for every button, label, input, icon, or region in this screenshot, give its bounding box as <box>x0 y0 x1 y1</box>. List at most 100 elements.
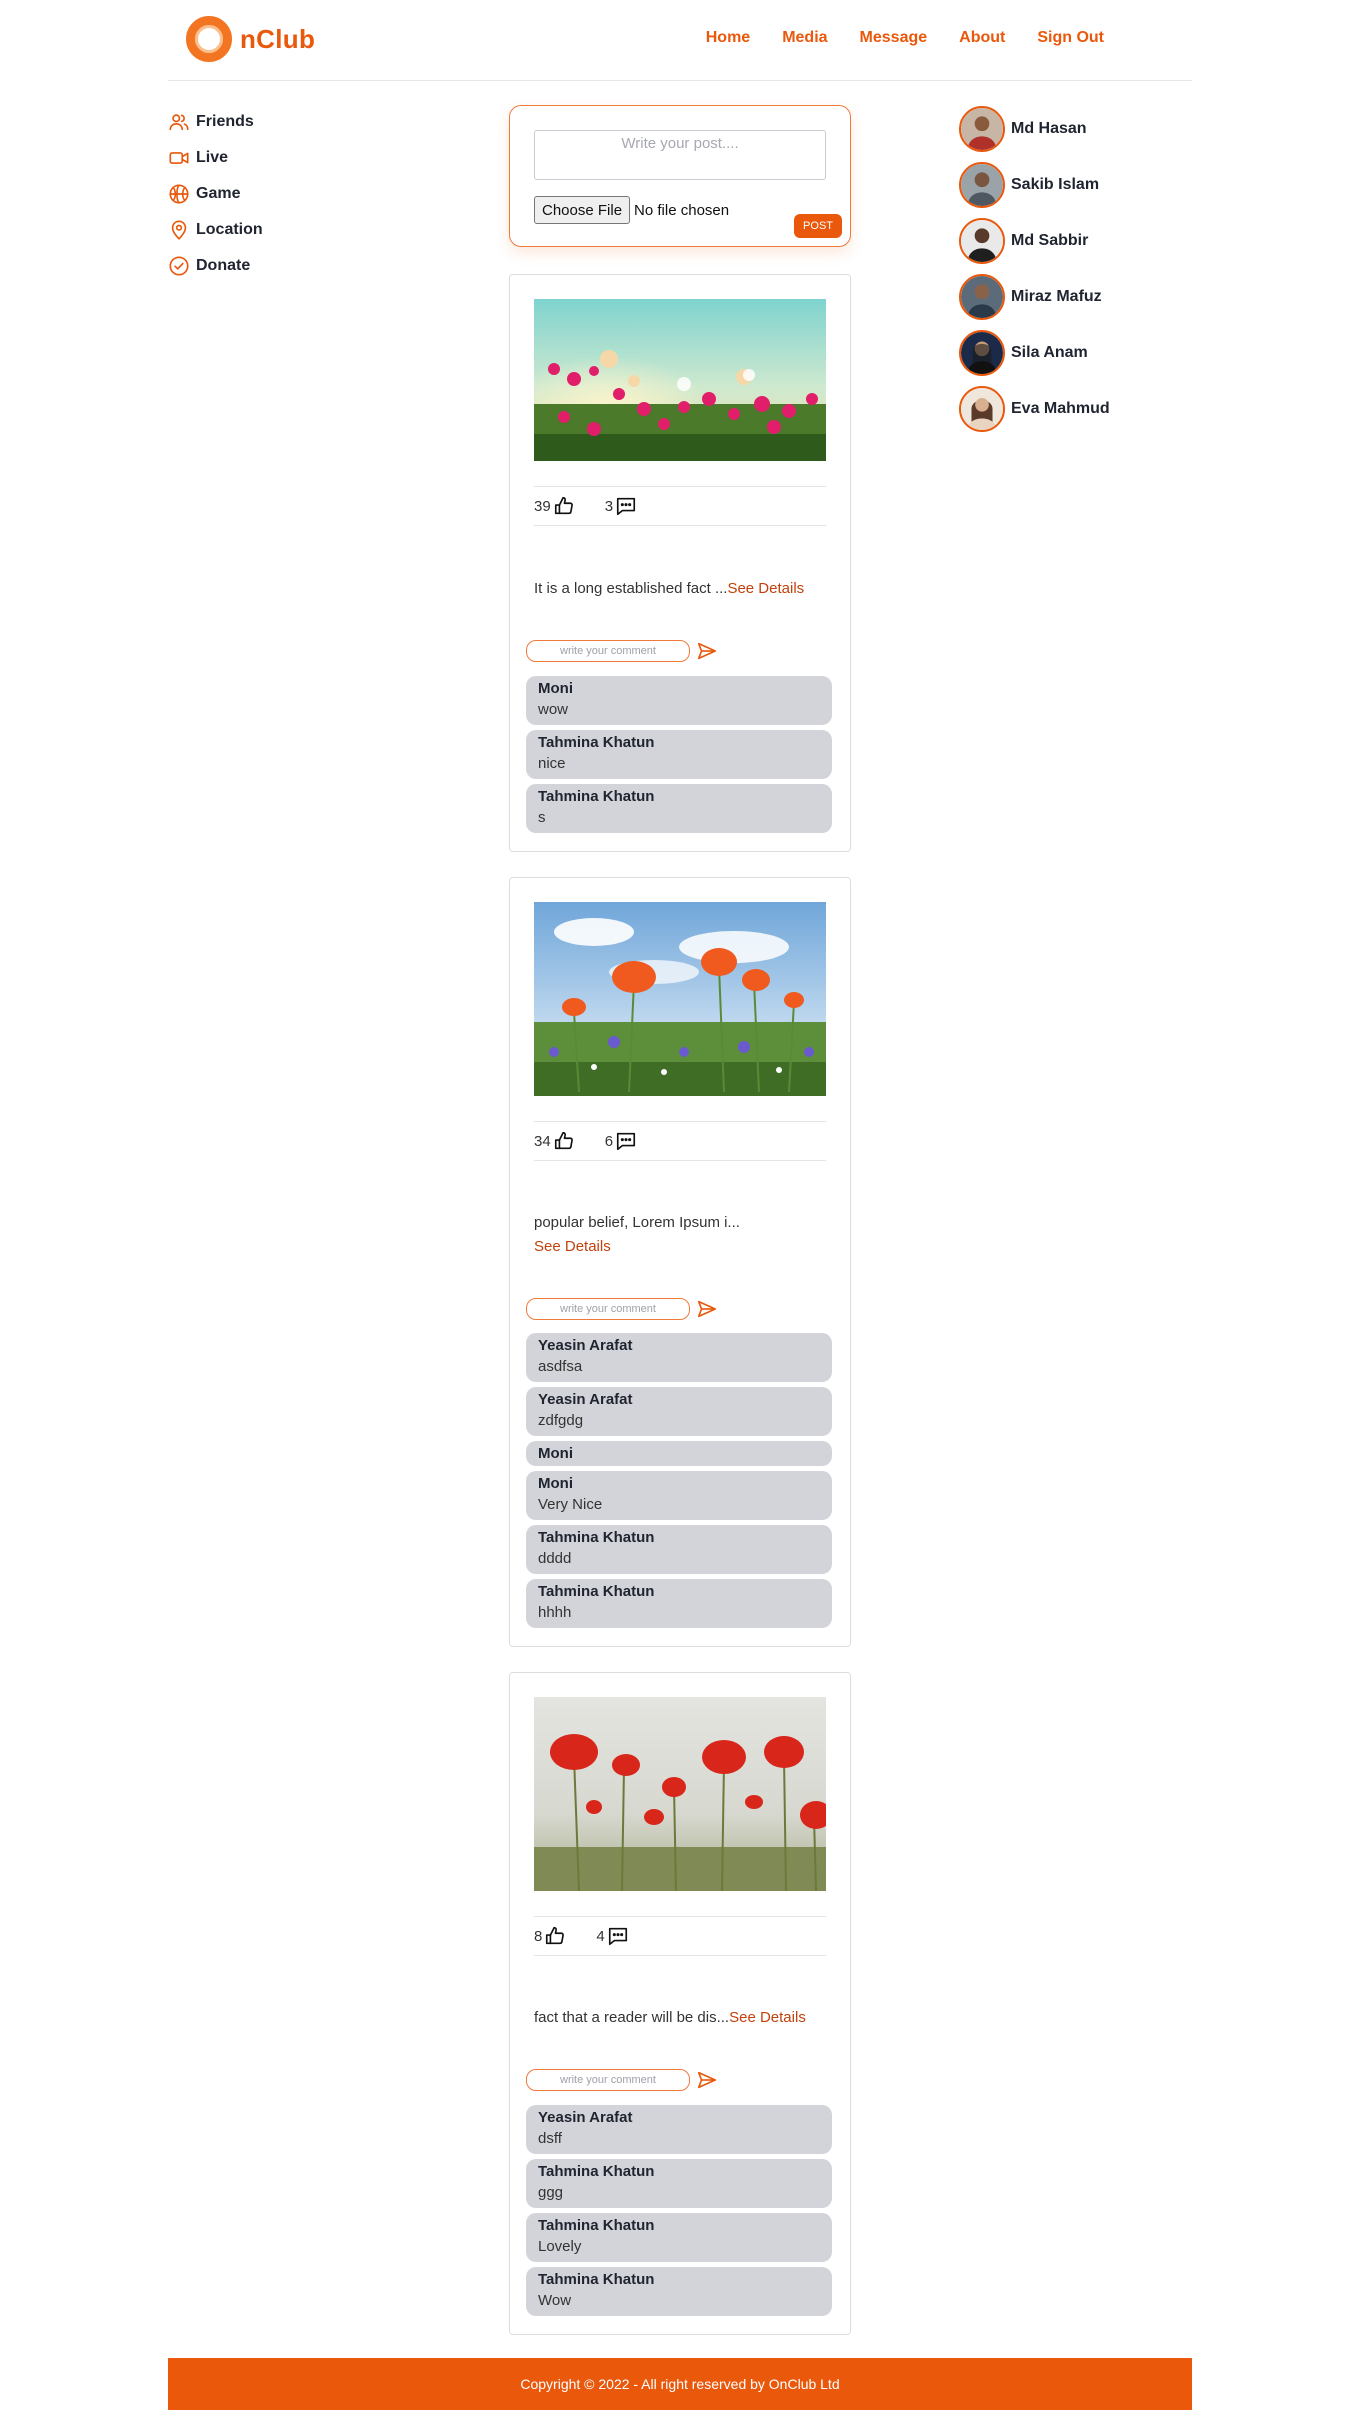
post-input[interactable] <box>534 130 826 180</box>
post-description: fact that a reader will be dis...See Det… <box>534 2006 826 2030</box>
comment-input[interactable] <box>526 2069 690 2091</box>
site-header: nClub Home Media Message About Sign Out <box>168 0 1192 81</box>
post-image <box>534 299 826 461</box>
person-photo <box>961 108 1003 150</box>
sidebar-item-friends[interactable]: Friends <box>168 104 263 140</box>
comment-list: Moni wow Tahmina Khatun nice Tahmina Kha… <box>526 676 832 838</box>
comment-author: Yeasin Arafat <box>538 2109 633 2126</box>
comment-author: Tahmina Khatun <box>538 2163 655 2180</box>
person-photo <box>961 220 1003 262</box>
thumbs-up-icon <box>546 1926 565 1945</box>
person-name: Md Hasan <box>1011 120 1087 137</box>
comment-text: Lovely <box>538 2238 582 2255</box>
comment-text: Very Nice <box>538 1496 603 1513</box>
sidebar-item-game[interactable]: Game <box>168 176 263 212</box>
comment-form <box>526 640 718 662</box>
comment-author: Tahmina Khatun <box>538 1583 655 1600</box>
comment-input[interactable] <box>526 1298 690 1320</box>
comment-text: s <box>538 809 546 826</box>
comment-text: Wow <box>538 2292 572 2309</box>
comment-item: Tahmina Khatun ggg <box>526 2159 832 2208</box>
post-composer: Choose File No file chosen POST <box>509 105 851 247</box>
comment-list: Yeasin Arafat asdfsa Yeasin Arafat zdfgd… <box>526 1333 832 1633</box>
nav-sign-out[interactable]: Sign Out <box>1037 29 1104 47</box>
comment-stat[interactable]: 4 <box>596 1925 628 1947</box>
comment-author: Tahmina Khatun <box>538 734 655 751</box>
comment-text: ggg <box>538 2184 564 2201</box>
sidebar-item-donate[interactable]: Donate <box>168 248 263 284</box>
sidebar-item-label: Location <box>196 221 263 238</box>
comment-author: Tahmina Khatun <box>538 1529 655 1546</box>
comment-text: zdfgdg <box>538 1412 584 1429</box>
sidebar-item-label: Game <box>196 185 241 202</box>
nav-media[interactable]: Media <box>782 29 827 47</box>
person-item[interactable]: Sakib Islam <box>959 157 1110 213</box>
flower-field-image <box>534 299 826 461</box>
comment-text: dsff <box>538 2130 562 2147</box>
see-details-link[interactable]: See Details <box>729 2009 806 2026</box>
comment-list: Yeasin Arafat dsff Tahmina Khatun ggg Ta… <box>526 2105 832 2321</box>
file-status-text: No file chosen <box>634 201 730 219</box>
comment-count: 6 <box>604 1132 614 1150</box>
sidebar-item-location[interactable]: Location <box>168 212 263 248</box>
post-stats: 34 6 <box>534 1121 826 1161</box>
see-details-link[interactable]: See Details <box>534 1238 611 1255</box>
comment-input[interactable] <box>526 640 690 662</box>
send-icon[interactable] <box>696 640 718 662</box>
see-details-link[interactable]: See Details <box>727 580 804 597</box>
comment-text: wow <box>538 701 569 718</box>
person-name: Sakib Islam <box>1011 176 1100 193</box>
nav-message[interactable]: Message <box>860 29 928 47</box>
thumbs-up-icon <box>554 1131 573 1150</box>
sidebar-item-live[interactable]: Live <box>168 140 263 176</box>
send-icon[interactable] <box>696 2069 718 2091</box>
basketball-icon <box>169 184 189 204</box>
comment-text: asdfsa <box>538 1358 583 1375</box>
comment-stat[interactable]: 6 <box>605 1130 637 1152</box>
users-icon <box>169 114 189 131</box>
comment-item: Tahmina Khatun s <box>526 784 832 833</box>
person-item[interactable]: Miraz Mafuz <box>959 269 1110 325</box>
post-description: popular belief, Lorem Ipsum i... See Det… <box>534 1211 826 1259</box>
avatar <box>959 162 1005 208</box>
avatar <box>959 218 1005 264</box>
thumbs-up-icon <box>554 496 573 515</box>
person-item[interactable]: Md Hasan <box>959 101 1110 157</box>
person-item[interactable]: Eva Mahmud <box>959 381 1110 437</box>
comment-form <box>526 1298 718 1320</box>
sidebar-item-label: Friends <box>196 113 254 130</box>
comment-author: Tahmina Khatun <box>538 788 655 805</box>
post-stats: 8 4 <box>534 1916 826 1956</box>
comment-item: Yeasin Arafat dsff <box>526 2105 832 2154</box>
like-stat[interactable]: 8 <box>534 1925 566 1947</box>
person-photo <box>961 164 1003 206</box>
comment-item: Tahmina Khatun dddd <box>526 1525 832 1574</box>
comment-stat[interactable]: 3 <box>605 495 637 517</box>
person-name: Sila Anam <box>1011 344 1088 361</box>
choose-file-button[interactable]: Choose File <box>534 196 631 224</box>
person-item[interactable]: Md Sabbir <box>959 213 1110 269</box>
comment-item: Tahmina Khatun hhhh <box>526 1579 832 1628</box>
post-excerpt: It is a long established fact ... <box>534 580 728 597</box>
logo-ring-icon <box>186 16 232 62</box>
like-stat[interactable]: 39 <box>534 495 575 517</box>
comment-author: Moni <box>538 680 573 697</box>
post-card: 39 3 It is a long established fact ...Se… <box>509 274 851 852</box>
logo-link[interactable]: nClub <box>186 16 315 62</box>
main-nav: Home Media Message About Sign Out <box>706 29 1104 47</box>
comment-item: Tahmina Khatun Lovely <box>526 2213 832 2262</box>
send-icon[interactable] <box>696 1298 718 1320</box>
nav-home[interactable]: Home <box>706 29 750 47</box>
comment-author: Tahmina Khatun <box>538 2217 655 2234</box>
poppy-meadow-image <box>534 902 826 1096</box>
avatar <box>959 330 1005 376</box>
map-pin-icon <box>171 220 187 240</box>
post-button[interactable]: POST <box>794 214 842 238</box>
person-item[interactable]: Sila Anam <box>959 325 1110 381</box>
nav-about[interactable]: About <box>959 29 1005 47</box>
sidebar-item-label: Donate <box>196 257 251 274</box>
like-stat[interactable]: 34 <box>534 1130 575 1152</box>
comment-item: Yeasin Arafat zdfgdg <box>526 1387 832 1436</box>
person-photo <box>961 388 1003 430</box>
comment-item: Moni wow <box>526 676 832 725</box>
